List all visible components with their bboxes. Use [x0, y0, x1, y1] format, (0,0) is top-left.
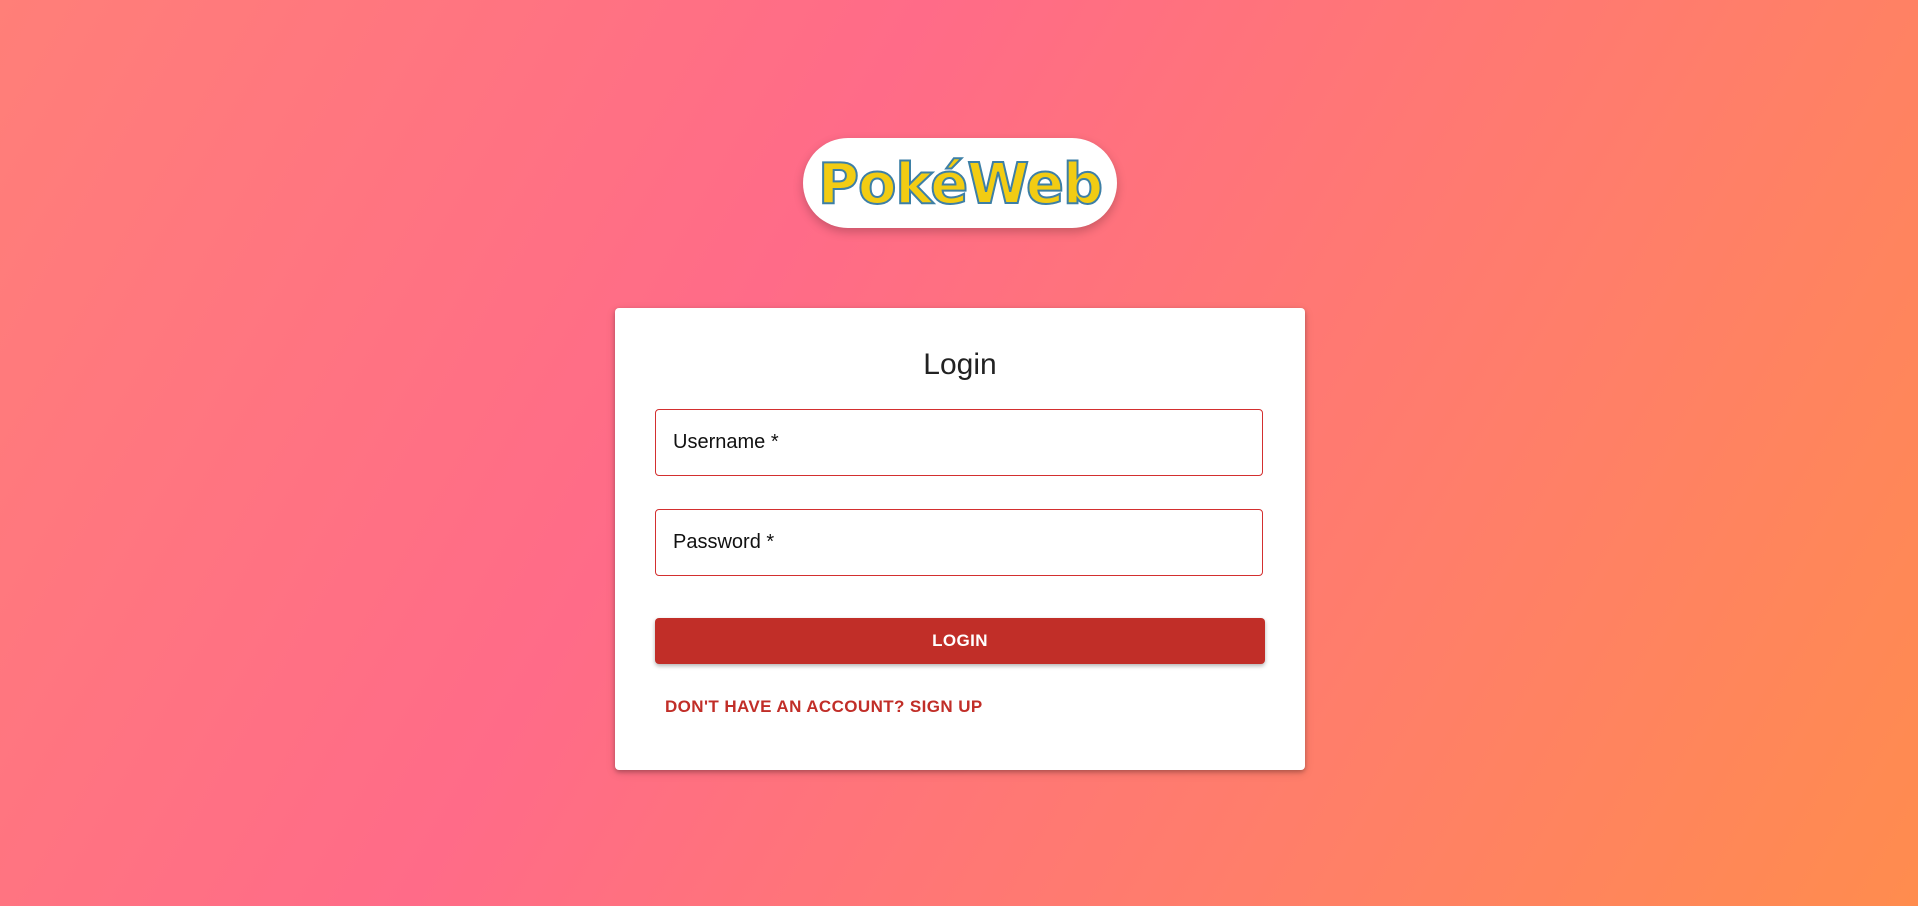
- username-label: Username *: [673, 431, 779, 453]
- login-card: Login Username * Password * LOGIN DON'T …: [615, 308, 1305, 770]
- login-title: Login: [923, 348, 997, 381]
- signup-link[interactable]: DON'T HAVE AN ACCOUNT? SIGN UP: [665, 697, 983, 717]
- login-button[interactable]: LOGIN: [655, 618, 1265, 664]
- password-label: Password *: [673, 531, 775, 553]
- username-field[interactable]: Username *: [655, 409, 1263, 476]
- logo-badge: PokéWeb: [803, 138, 1117, 228]
- app-logo-text: PokéWeb: [817, 152, 1104, 217]
- password-field[interactable]: Password *: [655, 509, 1263, 576]
